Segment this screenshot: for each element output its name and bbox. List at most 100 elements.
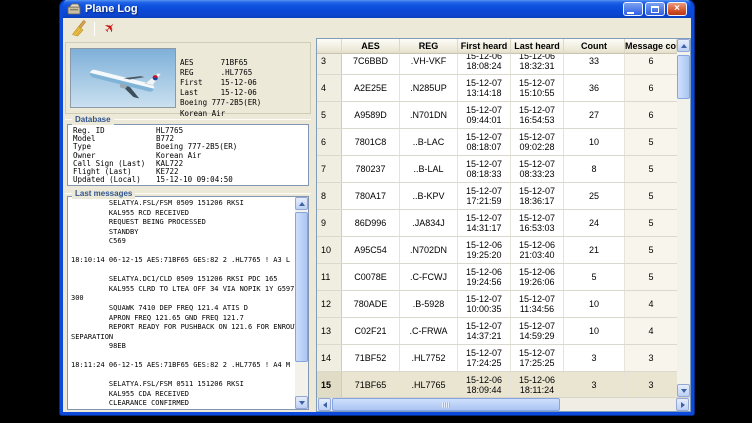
table-horizontal-scrollbar[interactable] bbox=[317, 397, 690, 411]
plane-log-window: Plane Log × ✈ bbox=[60, 0, 694, 415]
toolbar: ✈ bbox=[63, 18, 691, 39]
maximize-button[interactable] bbox=[645, 2, 665, 16]
last-heard-date: 15-12-06 bbox=[519, 267, 555, 277]
cell-first-heard: 15-12-07 17:24:25 bbox=[458, 345, 511, 371]
cell-rownum: 6 bbox=[317, 129, 342, 155]
table-header-row: AES REG First heard Last heard Count Mes… bbox=[317, 39, 677, 54]
first-heard-date: 15-12-07 bbox=[466, 159, 502, 169]
cell-count: 10 bbox=[564, 129, 625, 155]
cell-first-heard: 15-12-07 17:21:59 bbox=[458, 183, 511, 209]
cell-message-count: 5 bbox=[625, 237, 677, 263]
table-row[interactable]: 11 C0078E .C-FCWJ 15-12-06 19:24:56 bbox=[317, 264, 677, 291]
table-row[interactable]: 3 7C6BBD .VH-VKF 15-12-06 18:08:24 bbox=[317, 54, 677, 75]
table-row[interactable]: 6 7801C8 ..B-LAC 15-12-07 08:18:07 bbox=[317, 129, 677, 156]
table-row[interactable]: 13 C02F21 .C-FRWA 15-12-07 14:37:21 bbox=[317, 318, 677, 345]
database-row: Reg. ID HL7765 bbox=[68, 127, 308, 135]
cell-aes: 71BF65 bbox=[342, 372, 400, 397]
table-row[interactable]: 9 86D996 .JA834J 15-12-07 14:31:17 bbox=[317, 210, 677, 237]
table-row[interactable]: 5 A9589D .N701DN 15-12-07 09:44:01 bbox=[317, 102, 677, 129]
table-row[interactable]: 15 71BF65 .HL7765 15-12-06 18:09:44 bbox=[317, 372, 677, 397]
cell-last-heard: 15-12-06 19:26:06 bbox=[511, 264, 564, 290]
header-count[interactable]: Count bbox=[564, 39, 625, 54]
cell-message-count: 4 bbox=[625, 291, 677, 317]
first-heard-date: 15-12-07 bbox=[466, 186, 502, 196]
table-row[interactable]: 8 780A17 ..B-KPV 15-12-07 17:21:59 bbox=[317, 183, 677, 210]
cell-rownum: 8 bbox=[317, 183, 342, 209]
table-row[interactable]: 10 A95C54 .N702DN 15-12-06 19:25:20 bbox=[317, 237, 677, 264]
header-message-count[interactable]: Message count bbox=[625, 39, 677, 54]
scrollbar-thumb[interactable] bbox=[295, 212, 308, 362]
header-reg[interactable]: REG bbox=[400, 39, 458, 54]
cell-rownum: 14 bbox=[317, 345, 342, 371]
messages-scrollbar[interactable] bbox=[295, 197, 308, 409]
table-vertical-scrollbar[interactable] bbox=[677, 39, 690, 397]
maximize-icon bbox=[651, 6, 659, 13]
scroll-down-button[interactable] bbox=[295, 396, 308, 409]
last-heard-time: 17:25:25 bbox=[519, 358, 554, 368]
header-rownum[interactable] bbox=[317, 39, 342, 54]
cell-count: 33 bbox=[564, 54, 625, 74]
database-field-value: KAL722 bbox=[156, 160, 308, 168]
close-button[interactable]: × bbox=[667, 2, 687, 16]
table-row[interactable]: 12 780ADE .B-5928 15-12-07 10:00:35 bbox=[317, 291, 677, 318]
scroll-left-button[interactable] bbox=[318, 398, 331, 411]
title-bar[interactable]: Plane Log × bbox=[63, 0, 691, 18]
scroll-right-button[interactable] bbox=[676, 398, 689, 411]
header-aes[interactable]: AES bbox=[342, 39, 400, 54]
last-heard-date: 15-12-07 bbox=[519, 132, 555, 142]
cell-last-heard: 15-12-07 17:25:25 bbox=[511, 345, 564, 371]
last-heard-date: 15-12-07 bbox=[519, 294, 555, 304]
first-heard-time: 18:08:24 bbox=[466, 61, 501, 71]
first-heard-date: 15-12-06 bbox=[466, 375, 502, 385]
cell-reg: .B-5928 bbox=[400, 291, 458, 317]
first-heard-time: 09:44:01 bbox=[466, 115, 501, 125]
cell-message-count: 5 bbox=[625, 264, 677, 290]
scroll-up-button[interactable] bbox=[677, 39, 690, 52]
cell-last-heard: 15-12-07 16:53:03 bbox=[511, 210, 564, 236]
table-row[interactable]: 7 780237 ..B-LAL 15-12-07 08:18:33 bbox=[317, 156, 677, 183]
first-heard-date: 15-12-07 bbox=[466, 321, 502, 331]
scroll-up-button[interactable] bbox=[295, 197, 308, 210]
arrow-left-icon bbox=[323, 402, 327, 408]
cell-count: 36 bbox=[564, 75, 625, 101]
scrollbar-thumb[interactable] bbox=[677, 55, 690, 99]
table-row[interactable]: 14 71BF52 .HL7752 15-12-07 17:24:25 bbox=[317, 345, 677, 372]
cell-message-count: 6 bbox=[625, 75, 677, 101]
last-heard-date: 15-12-07 bbox=[519, 348, 555, 358]
arrow-up-icon bbox=[299, 202, 305, 206]
table-row[interactable]: 4 A2E25E .N285UP 15-12-07 13:14:18 bbox=[317, 75, 677, 102]
arrow-right-icon bbox=[681, 402, 685, 408]
last-heard-time: 16:53:03 bbox=[519, 223, 554, 233]
first-heard-time: 08:18:33 bbox=[466, 169, 501, 179]
cell-reg: ..B-LAL bbox=[400, 156, 458, 182]
cell-aes: 780A17 bbox=[342, 183, 400, 209]
clear-log-button[interactable] bbox=[68, 19, 90, 38]
cell-rownum: 13 bbox=[317, 318, 342, 344]
scrollbar-thumb[interactable] bbox=[332, 398, 560, 411]
cell-rownum: 4 bbox=[317, 75, 342, 101]
messages-textarea[interactable]: SELATYA.FSL/FSM 0509 151206 RKSI KAL955 … bbox=[67, 196, 309, 410]
cell-aes: 86D996 bbox=[342, 210, 400, 236]
arrow-up-icon bbox=[681, 44, 687, 48]
cell-first-heard: 15-12-06 18:08:24 bbox=[458, 54, 511, 74]
cell-last-heard: 15-12-07 15:10:55 bbox=[511, 75, 564, 101]
header-first-heard[interactable]: First heard bbox=[458, 39, 511, 54]
header-last-heard[interactable]: Last heard bbox=[511, 39, 564, 54]
messages-text: SELATYA.FSL/FSM 0509 151206 RKSI KAL955 … bbox=[71, 199, 295, 407]
cell-aes: A9589D bbox=[342, 102, 400, 128]
cell-aes: 71BF52 bbox=[342, 345, 400, 371]
last-heard-date: 15-12-07 bbox=[519, 78, 555, 88]
minimize-button[interactable] bbox=[623, 2, 643, 16]
scroll-down-button[interactable] bbox=[677, 384, 690, 397]
cell-reg: .C-FRWA bbox=[400, 318, 458, 344]
cell-last-heard: 15-12-06 21:03:40 bbox=[511, 237, 564, 263]
cell-last-heard: 15-12-06 18:32:31 bbox=[511, 54, 564, 74]
last-heard-time: 08:33:23 bbox=[519, 169, 554, 179]
last-heard-time: 15:10:55 bbox=[519, 88, 554, 98]
scrollbar-grip bbox=[442, 402, 450, 407]
cell-aes: A2E25E bbox=[342, 75, 400, 101]
cell-count: 21 bbox=[564, 237, 625, 263]
first-heard-time: 19:24:56 bbox=[466, 277, 501, 287]
plane-filter-button[interactable]: ✈ bbox=[99, 19, 121, 38]
last-heard-date: 15-12-07 bbox=[519, 186, 555, 196]
